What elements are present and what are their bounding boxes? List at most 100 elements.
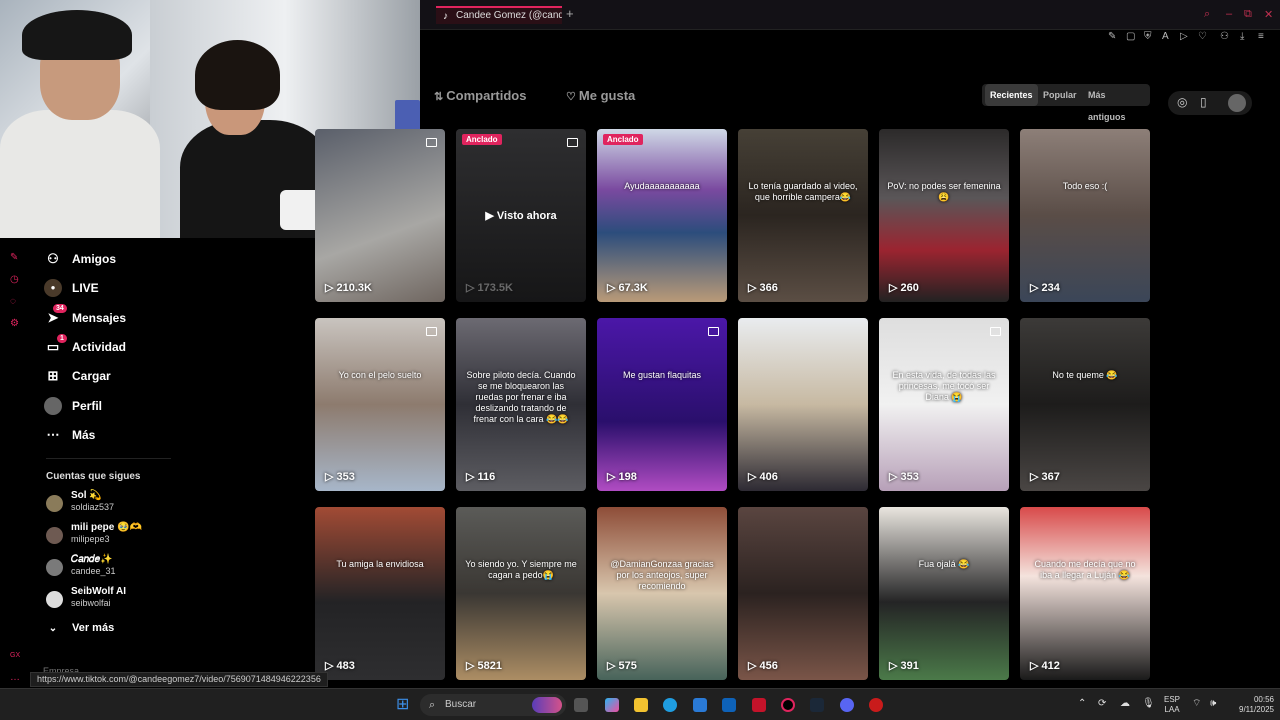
live-icon: ● bbox=[44, 279, 62, 297]
video-tile[interactable]: No te queme 😂 ▷ 367 bbox=[1020, 318, 1150, 491]
task-view-icon[interactable] bbox=[574, 698, 588, 712]
sidebar-item-label: Actividad bbox=[72, 340, 127, 354]
view-count-value: 198 bbox=[618, 471, 637, 483]
settings-icon[interactable]: ⚙ bbox=[10, 318, 19, 329]
wifi-icon[interactable]: ⌔ bbox=[1192, 699, 1201, 709]
file-explorer-icon[interactable] bbox=[634, 698, 648, 712]
video-tile[interactable]: Yo siendo yo. Y siempre me cagan a pedo😭… bbox=[456, 507, 586, 680]
opera-gx-icon[interactable] bbox=[781, 698, 795, 712]
video-tile[interactable]: Fua ojalá 😂 ▷ 391 bbox=[879, 507, 1009, 680]
multi-image-icon bbox=[567, 138, 578, 147]
maximize-button[interactable]: ⧉ bbox=[1244, 8, 1252, 21]
device-icon[interactable]: ▯ bbox=[1200, 95, 1207, 109]
video-caption: Yo con el pelo suelto bbox=[338, 369, 422, 380]
sort-oldest-button[interactable]: Más antiguos bbox=[1083, 84, 1150, 122]
video-tile[interactable]: ▷ 406 bbox=[738, 318, 868, 491]
sidebar-item-activity[interactable]: ▭ Actividad 1 bbox=[44, 334, 127, 359]
sidebar-item-friends[interactable]: ⚇ Amigos bbox=[44, 247, 116, 271]
tab-likes[interactable]: ♡ Me gusta bbox=[566, 88, 635, 103]
language-indicator[interactable]: ESP LAA bbox=[1164, 695, 1180, 715]
tray-cloud-icon[interactable]: ☁ bbox=[1120, 699, 1130, 709]
video-tile[interactable]: Yo con el pelo suelto ▷ 353 bbox=[315, 318, 445, 491]
video-caption: Todo eso :( bbox=[1062, 180, 1108, 191]
pin-icon[interactable]: ✎ bbox=[10, 252, 18, 263]
gx-logo-icon[interactable]: GX bbox=[10, 652, 20, 659]
view-count: ▷ 353 bbox=[325, 470, 355, 483]
tray-chevron-icon[interactable]: ⌃ bbox=[1078, 699, 1086, 709]
discord-icon[interactable] bbox=[840, 698, 854, 712]
video-caption: Yo siendo yo. Y siempre me cagan a pedo😭 bbox=[465, 558, 577, 580]
sort-recent-button[interactable]: Recientes bbox=[985, 84, 1038, 106]
minimize-button[interactable]: – bbox=[1226, 8, 1232, 20]
see-more-button[interactable]: ⌄ Ver más bbox=[44, 616, 114, 640]
play-icon[interactable]: ▷ bbox=[1180, 31, 1188, 42]
video-tile[interactable]: ▷ 210.3K bbox=[315, 129, 445, 302]
view-count-value: 412 bbox=[1041, 660, 1060, 672]
avatar[interactable] bbox=[1228, 94, 1246, 112]
new-tab-button[interactable]: + bbox=[566, 6, 574, 22]
compass-icon[interactable]: ◎ bbox=[1177, 95, 1187, 109]
divider bbox=[46, 458, 171, 459]
video-tile[interactable]: Anclado ▶ Visto ahora ▷ 173.5K bbox=[456, 129, 586, 302]
windows-start-icon[interactable]: ⊞ bbox=[396, 697, 409, 713]
video-tile[interactable]: PoV: no podes ser femenina 😩 ▷ 260 bbox=[879, 129, 1009, 302]
edge-icon[interactable] bbox=[663, 698, 677, 712]
search-tabs-icon[interactable]: ⌕ bbox=[1204, 8, 1210, 21]
taskbar-search[interactable]: ⌕ Buscar bbox=[420, 694, 566, 716]
video-tile[interactable]: En esta vida, de todas las princesas, me… bbox=[879, 318, 1009, 491]
video-tile[interactable]: Tu amiga la envidiosa ▷ 483 bbox=[315, 507, 445, 680]
sidebar-item-label: LIVE bbox=[72, 281, 99, 295]
sidebar-item-upload[interactable]: ⊞ Cargar bbox=[44, 364, 111, 388]
browser-tab-bar: ♪ Candee Gomez (@candee + ⌕ – ⧉ ✕ bbox=[420, 0, 1280, 30]
activity-badge: 1 bbox=[57, 334, 67, 343]
more-icon[interactable]: … bbox=[10, 672, 20, 683]
acrobat-icon[interactable] bbox=[752, 698, 766, 712]
video-tile[interactable]: Anclado Ayudaaaaaaaaaaa ▷ 67.3K bbox=[597, 129, 727, 302]
tab-reposts[interactable]: ⇅ Compartidos bbox=[434, 88, 526, 103]
screenshot-icon[interactable]: ▢ bbox=[1126, 31, 1135, 42]
view-count-value: 116 bbox=[477, 471, 496, 483]
video-tile[interactable]: Lo tenía guardado al video, que horrible… bbox=[738, 129, 868, 302]
heart-icon[interactable]: ♡ bbox=[1198, 31, 1207, 42]
video-tile[interactable]: ▷ 456 bbox=[738, 507, 868, 680]
video-tile[interactable]: Me gustan flaquitas ▷ 198 bbox=[597, 318, 727, 491]
multi-image-icon bbox=[426, 138, 437, 147]
sidebar-item-more[interactable]: ⋯ Más bbox=[44, 423, 96, 447]
following-name: Sol 💫 bbox=[71, 490, 102, 501]
video-caption: Lo tenía guardado al video, que horrible… bbox=[748, 180, 858, 202]
messenger-icon[interactable]: ◌ bbox=[10, 296, 16, 307]
close-button[interactable]: ✕ bbox=[1264, 8, 1273, 21]
tray-sync-icon[interactable]: ⟳ bbox=[1098, 699, 1106, 709]
sort-popular-button[interactable]: Popular bbox=[1038, 84, 1082, 106]
play-icon: ▶ bbox=[485, 210, 497, 222]
video-tile[interactable]: @DamianGonzaa gracias por los anteojos, … bbox=[597, 507, 727, 680]
repost-icon: ⇅ bbox=[434, 91, 447, 103]
translate-icon[interactable]: A bbox=[1162, 31, 1169, 42]
store-icon[interactable] bbox=[693, 698, 707, 712]
video-tile[interactable]: Sobre piloto decía. Cuando se me bloquea… bbox=[456, 318, 586, 491]
tray-mic-icon[interactable]: 🎙 bbox=[1142, 699, 1155, 709]
see-more-label: Ver más bbox=[72, 622, 115, 634]
copilot-icon[interactable] bbox=[605, 698, 619, 712]
pin-icon[interactable]: ✎ bbox=[1108, 31, 1116, 42]
video-caption: En esta vida, de todas las princesas, me… bbox=[892, 369, 996, 402]
shield-icon[interactable]: ⛨ bbox=[1144, 31, 1152, 42]
app-icon[interactable] bbox=[869, 698, 883, 712]
sidebar-item-profile[interactable]: Perfil bbox=[44, 394, 102, 418]
sidebar-item-messages[interactable]: ➤ Mensajes 34 bbox=[44, 304, 126, 330]
volume-icon[interactable]: 🕪 bbox=[1210, 699, 1216, 709]
history-icon[interactable]: ◷ bbox=[10, 274, 19, 285]
video-tile[interactable]: Cuando me decía que no iba a llegar a Lu… bbox=[1020, 507, 1150, 680]
right-tools: ◎ ▯ bbox=[1168, 91, 1252, 115]
outlook-icon[interactable] bbox=[722, 698, 736, 712]
video-tile[interactable]: Todo eso :(▷ 234 bbox=[1020, 129, 1150, 302]
view-count: ▷ 116 bbox=[466, 470, 495, 483]
download-icon[interactable]: ⤓ bbox=[1240, 31, 1244, 42]
sidebar-item-live[interactable]: ● LIVE bbox=[44, 276, 99, 300]
steam-icon[interactable] bbox=[810, 698, 824, 712]
clock[interactable]: 00:56 9/11/2025 bbox=[1228, 695, 1274, 715]
friends-icon: ⚇ bbox=[47, 251, 59, 266]
menu-icon[interactable]: ≡ bbox=[1258, 31, 1264, 42]
account-icon[interactable]: ⚇ bbox=[1220, 31, 1229, 42]
browser-tab-active[interactable]: ♪ Candee Gomez (@candee bbox=[436, 6, 562, 24]
